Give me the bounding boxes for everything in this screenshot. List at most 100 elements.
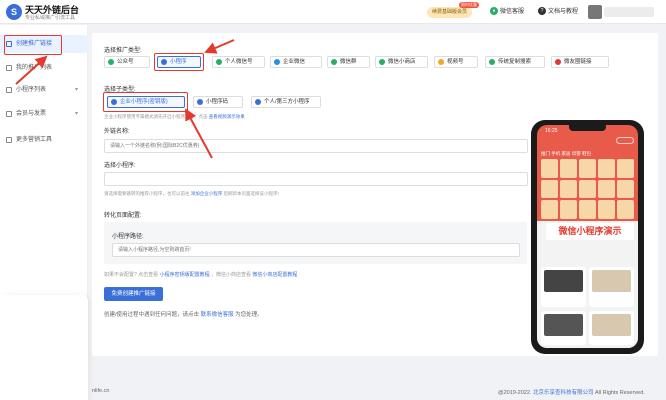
wechat-support-link[interactable]: ● 微信客服 [490, 7, 524, 18]
sidebar-item-membership[interactable]: 会员与发票 ▾ [0, 105, 88, 123]
option-label: 传统复制搜索 [498, 59, 532, 65]
product-image [592, 270, 631, 292]
docs-link[interactable]: ? 文档与教程 [538, 7, 578, 18]
phone-category-tabs: 推门 手机 家居 母婴 鞋包 [541, 151, 592, 156]
footer-domain: nlife.cn [92, 388, 110, 394]
avatar[interactable] [588, 5, 602, 19]
promo-type-label: 选择推广类型: [104, 48, 142, 54]
subtype-miniprogram-code[interactable]: 小程序码 [193, 96, 243, 108]
promo-type-work-wechat[interactable]: 企业微信 [270, 56, 322, 68]
brand-subtitle: 专业私域推广引流工具 [25, 15, 76, 21]
promo-type-wechat-group[interactable]: 微信群 [327, 56, 370, 68]
member-icon [6, 111, 12, 117]
category-cell [617, 179, 634, 199]
list-icon [6, 65, 12, 71]
sidebar-item-miniprograms[interactable]: 小程序列表 ▾ [0, 81, 88, 99]
phone-time: 16:25 [545, 128, 558, 134]
wechat-icon: ● [490, 7, 498, 16]
category-cell [560, 159, 577, 178]
grid-icon [6, 137, 12, 143]
promo-type-wechat-shop[interactable]: 微信小商店 [375, 56, 428, 68]
miniprogram-select-label: 选择小程序: [104, 163, 136, 169]
qrcode-icon [197, 99, 203, 105]
sidebar-item-label: 更多营销工具 [16, 137, 53, 143]
docs-label: 文档与教程 [548, 9, 579, 15]
promo-type-personal-wechat[interactable]: 个人微信号 [212, 56, 265, 68]
sidebar-item-marketing-tools[interactable]: 更多营销工具 [0, 131, 88, 149]
promo-type-copy-search[interactable]: 传统复制搜索 [485, 56, 545, 68]
link-name-label: 外链名称: [104, 129, 130, 135]
company-link[interactable]: 北京乐享查科技有限公司 [533, 390, 594, 396]
miniprogram-demo-label: 微信小程序演示 [546, 223, 634, 240]
option-label: 个人微信号 [225, 59, 253, 65]
moments-icon [555, 59, 561, 65]
miniprogram-hint-text: 请选择需要跳转的推荐小程序，也可以前往 [104, 191, 190, 196]
shop-tutorial-link[interactable]: 微信小商店配置教程 [252, 272, 297, 278]
subtype-personal-miniprogram[interactable]: 个人/第三方小程序 [251, 96, 321, 108]
config-hint: 如果不会配置? 点击查看 小程序密钥版配置教程 ，微信小商店查看 微信小商店配置… [104, 271, 297, 278]
add-enterprise-miniprogram-link[interactable]: 添加企业小程序 [191, 191, 223, 196]
product-image [592, 314, 631, 336]
brand-logo-icon[interactable]: S [6, 4, 22, 20]
category-cell [541, 159, 558, 178]
copyright-prefix: @2019-2022. [498, 390, 532, 396]
work-wechat-icon [274, 59, 280, 65]
sidebar-item-label: 我的推广列表 [16, 65, 53, 71]
user-name-blurred[interactable] [604, 7, 654, 17]
sidebar-floating-panel [0, 295, 88, 400]
help-text: 创建/使用过程中遇到任何问题，请点击 联系微信客服 为您处理。 [104, 310, 263, 318]
product-image [544, 314, 583, 336]
person-icon [255, 99, 261, 105]
subtype-highlight-box [103, 92, 188, 112]
phone-notch [569, 125, 606, 131]
phone-product-area [537, 221, 638, 348]
option-label: 公众号 [117, 59, 134, 65]
category-cell [598, 159, 615, 178]
option-label: 微信群 [340, 59, 357, 65]
category-cell [579, 159, 596, 178]
category-cell [617, 159, 634, 178]
product-card [589, 267, 634, 307]
promo-type-channels[interactable]: 视频号 [434, 56, 478, 68]
wechat-support-help-link[interactable]: 联系微信客服 [201, 312, 234, 318]
phone-category-grid [541, 159, 634, 219]
sidebar-item-label: 小程序列表 [16, 87, 47, 93]
official-account-icon [108, 59, 114, 65]
video-demo-link[interactable]: 查看视频演示效果 [209, 114, 245, 119]
category-cell [598, 179, 615, 199]
option-label: 微信小商店 [388, 59, 416, 65]
sidebar-item-my-links[interactable]: 我的推广列表 [0, 59, 88, 77]
product-image [544, 270, 583, 292]
sidebar: 创建推广链接 我的推广列表 小程序列表 ▾ 会员与发票 ▾ 更多营销工具 [0, 25, 88, 400]
promo-type-official-account[interactable]: 公众号 [104, 56, 150, 68]
category-cell [598, 200, 615, 219]
create-link-button[interactable]: 免费创建推广链接 [104, 287, 163, 301]
category-cell [560, 179, 577, 199]
miniprogram-icon [6, 87, 12, 93]
category-cell [541, 200, 558, 219]
category-cell [541, 179, 558, 199]
option-label: 企业微信 [283, 59, 306, 65]
miniprogram-capsule-icon [616, 137, 634, 144]
renew-membership-button[interactable]: 续费基础版会员 [427, 7, 473, 18]
option-label: 视频号 [447, 59, 464, 65]
subtype-hint: 企业小程序使用专属模式请先开启小程序后台，点击 查看视频演示效果 [104, 114, 245, 120]
subtype-hint-text: 企业小程序使用专属模式请先开启小程序后台，点击 [104, 114, 208, 119]
option-label: 个人/第三方小程序 [264, 99, 310, 105]
miniprogram-select[interactable] [104, 172, 528, 186]
sidebar-highlight-box [4, 35, 62, 55]
help-text-suffix: 为您处理。 [235, 312, 263, 318]
path-label: 小程序路径: [112, 234, 144, 240]
link-name-input[interactable] [104, 139, 528, 153]
promo-tag-badge: 限时优惠 [459, 2, 479, 8]
option-label: 微友圈链接 [564, 59, 592, 65]
option-label: 小程序码 [206, 99, 229, 105]
config-tutorial-link[interactable]: 小程序密钥版配置教程 [160, 272, 210, 278]
product-card [541, 267, 586, 307]
chevron-down-icon: ▾ [74, 111, 78, 117]
wechat-group-icon [331, 59, 337, 65]
top-header: S 天天外链后台 专业私域推广引流工具 续费基础版会员 限时优惠 ● 微信客服 ?… [0, 0, 666, 24]
path-input[interactable] [112, 243, 520, 257]
miniprogram-hint-tail: 后刷新本页面选择该小程序! [223, 191, 279, 196]
promo-type-moments-link[interactable]: 微友圈链接 [551, 56, 609, 68]
